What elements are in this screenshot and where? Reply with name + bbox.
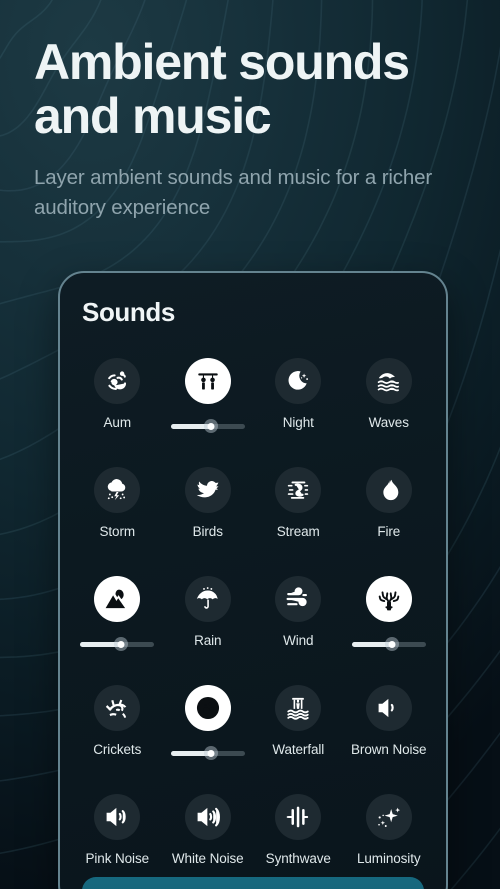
sound-label: Brown Noise [351, 742, 427, 757]
stream-icon [288, 481, 309, 499]
volume-slider[interactable] [170, 746, 245, 760]
sound-toggle-brown-noise[interactable] [365, 685, 412, 731]
slider-thumb[interactable] [388, 640, 396, 648]
sound-cell: Brown Noise [344, 677, 435, 782]
sound-label: Storm [99, 524, 135, 539]
sound-label: Rain [194, 633, 222, 648]
speaker-mid-icon [106, 807, 126, 827]
sound-cell [72, 568, 163, 673]
umbrella-rain-icon [196, 587, 218, 609]
sound-cell: Stream [253, 459, 344, 564]
coral-icon [378, 591, 400, 611]
bubbles-moon-icon [196, 696, 219, 720]
sound-cell: Waterfall [253, 677, 344, 782]
sound-cell: Synthwave [253, 786, 344, 889]
sound-toggle-fire[interactable] [365, 467, 412, 513]
sound-cell: White Noise [163, 786, 254, 889]
sound-toggle-storm[interactable] [94, 467, 141, 513]
sound-label: Synthwave [265, 851, 331, 866]
sound-label: Night [282, 415, 314, 430]
om-icon [108, 371, 127, 390]
sound-cell: Aum [72, 350, 163, 455]
sound-toggle-coral[interactable] [365, 576, 412, 622]
sound-toggle-waves[interactable] [365, 358, 412, 404]
sound-toggle-night[interactable] [275, 358, 322, 404]
wind-chimes-icon [198, 373, 218, 390]
waterfall-icon [287, 697, 309, 720]
waveform-icon [286, 806, 309, 828]
sound-toggle-wind[interactable] [275, 576, 322, 622]
sound-cell: Birds [163, 459, 254, 564]
sound-label: Waterfall [272, 742, 325, 757]
sound-cell: Storm [72, 459, 163, 564]
sound-label: Pink Noise [85, 851, 150, 866]
sounds-grid: Aum Night Waves Storm Birds Stream Fire Rain Win… [60, 350, 446, 889]
storm-cloud-icon [107, 479, 126, 501]
sound-label: Aum [103, 415, 132, 430]
sound-label: Crickets [93, 742, 142, 757]
sound-cell: Wind [253, 568, 344, 673]
waves-icon [377, 373, 399, 392]
volume-slider[interactable] [80, 637, 155, 651]
speaker-low-icon [378, 698, 394, 718]
page-subtitle: Layer ambient sounds and music for a ric… [34, 166, 433, 220]
sound-toggle-rain[interactable] [184, 576, 231, 622]
page-title: Ambient sounds and music [34, 34, 410, 144]
sound-label: Wind [283, 633, 314, 648]
sounds-card-title: Sounds [82, 297, 175, 327]
sound-toggle-pink-noise[interactable] [94, 794, 141, 840]
sound-cell: Pink Noise [72, 786, 163, 889]
bottom-action-pill[interactable] [82, 877, 424, 889]
sound-label: Luminosity [356, 851, 421, 866]
sound-toggle-stream[interactable] [275, 467, 322, 513]
sound-cell: Luminosity [344, 786, 435, 889]
mountain-icon [105, 589, 126, 609]
sound-label: Waves [368, 415, 409, 430]
sound-toggle-crickets[interactable] [94, 685, 141, 731]
moon-stars-icon [288, 371, 309, 390]
sound-label: Birds [192, 524, 223, 539]
sound-toggle-synthwave[interactable] [275, 794, 322, 840]
sound-label: Stream [276, 524, 320, 539]
speaker-high-icon [197, 807, 220, 827]
wind-icon [286, 587, 308, 607]
sound-label: White Noise [171, 851, 244, 866]
sound-cell [163, 350, 254, 455]
volume-slider[interactable] [351, 637, 426, 651]
volume-slider[interactable] [170, 419, 245, 433]
sound-toggle-waterfall[interactable] [275, 685, 322, 731]
sound-toggle-birds[interactable] [184, 467, 231, 513]
sound-toggle-bubbles[interactable] [184, 685, 231, 731]
sound-cell [163, 677, 254, 782]
sound-cell: Night [253, 350, 344, 455]
slider-thumb[interactable] [207, 749, 215, 757]
sound-toggle-aum[interactable] [94, 358, 141, 404]
slider-thumb[interactable] [117, 640, 125, 648]
sound-cell: Fire [344, 459, 435, 564]
hero-header: Ambient sounds and music Layer ambient s… [34, 34, 484, 224]
sound-toggle-luminosity[interactable] [365, 794, 412, 840]
sounds-card: Sounds Aum Night Waves Storm Birds Stream Fire… [58, 271, 448, 889]
sound-cell: Waves [344, 350, 435, 455]
bird-icon [196, 481, 219, 498]
slider-thumb[interactable] [207, 422, 215, 430]
sound-toggle-white-noise[interactable] [184, 794, 231, 840]
sound-toggle-wind-chimes[interactable] [184, 358, 231, 404]
flame-icon [383, 478, 399, 501]
sound-cell: Rain [163, 568, 254, 673]
sound-cell [344, 568, 435, 673]
cricket-icon [106, 699, 127, 718]
sound-cell: Crickets [72, 677, 163, 782]
sound-toggle-cave[interactable] [94, 576, 141, 622]
sound-label: Fire [377, 524, 401, 539]
sparkle-star-icon [377, 807, 400, 827]
